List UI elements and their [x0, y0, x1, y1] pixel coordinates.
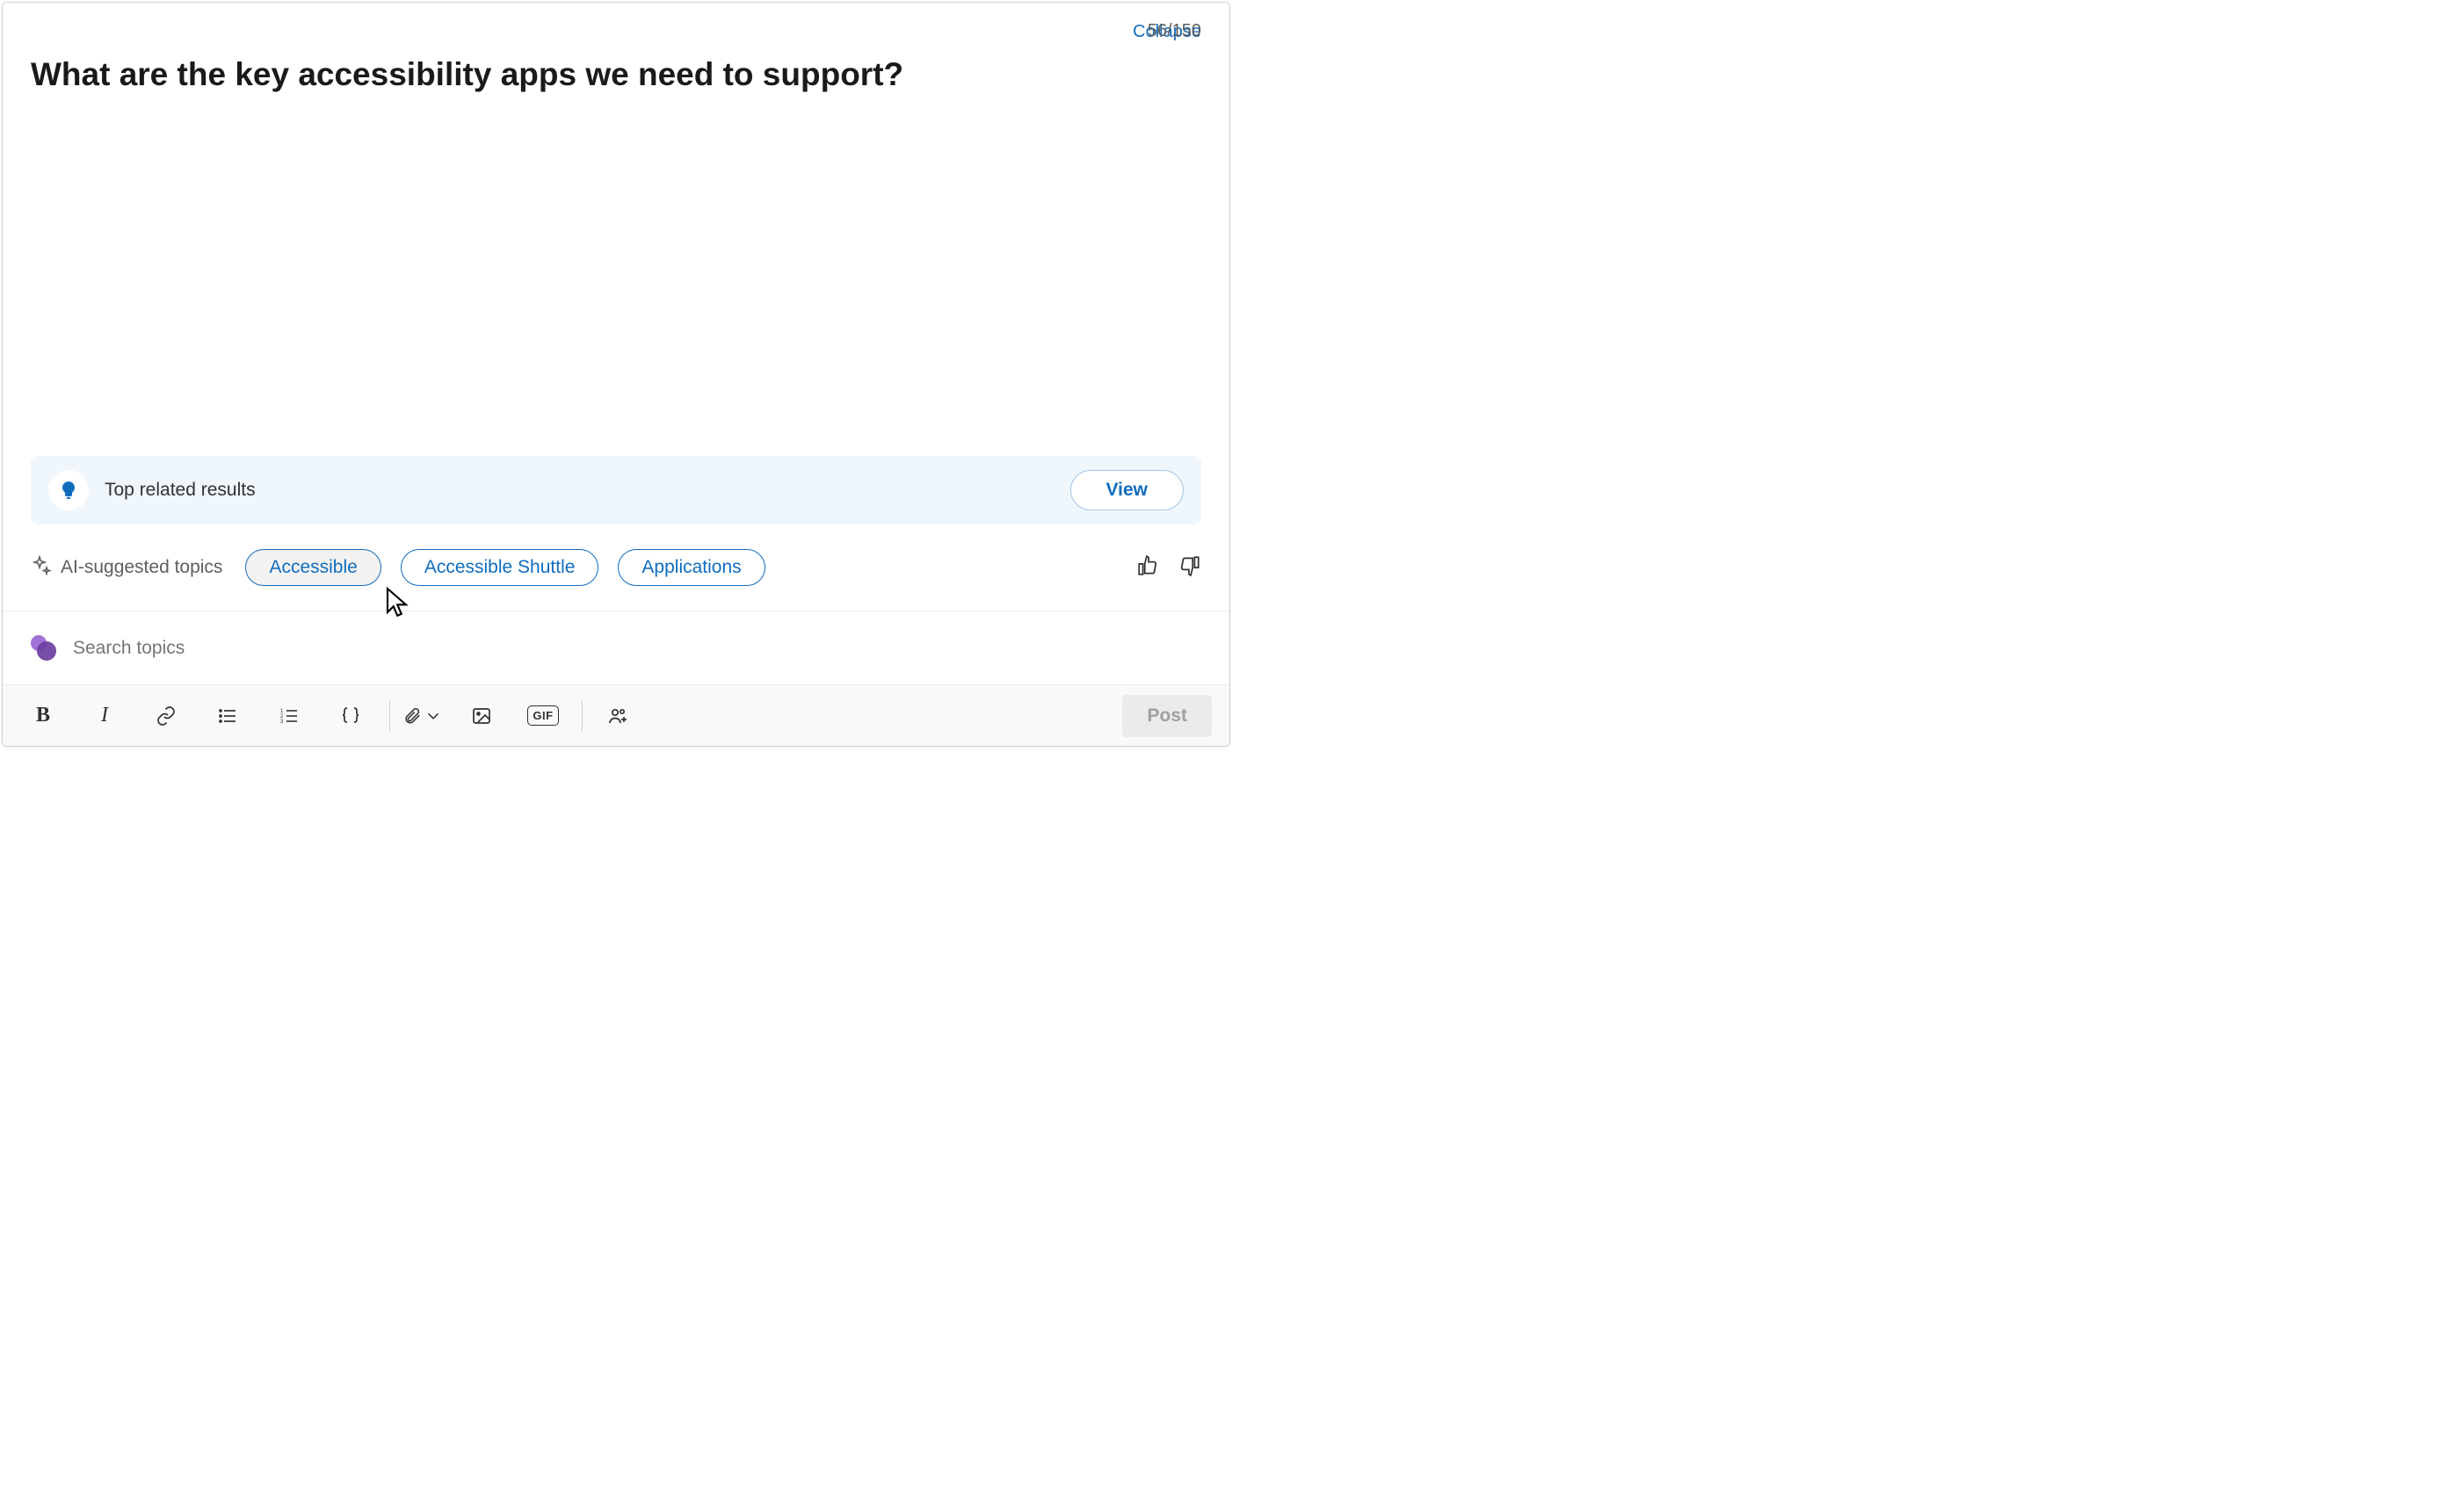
- paperclip-icon: [402, 706, 422, 726]
- search-topics-input[interactable]: [73, 638, 1201, 659]
- chip-applications[interactable]: Applications: [618, 549, 765, 586]
- praise-people-button[interactable]: [595, 696, 641, 736]
- top-row: Collapse: [31, 22, 1201, 42]
- chip-accessible[interactable]: Accessible: [245, 549, 380, 586]
- format-toolbar: B I 123 GIF Post: [3, 684, 1229, 746]
- ai-suggested-row: AI-suggested topics Accessible Accessibl…: [31, 549, 1201, 611]
- italic-button[interactable]: I: [82, 696, 127, 736]
- char-counter: 56/150: [1148, 21, 1201, 41]
- chip-accessible-shuttle[interactable]: Accessible Shuttle: [401, 549, 599, 586]
- compose-card: Collapse What are the key accessibility …: [2, 2, 1230, 747]
- bold-button[interactable]: B: [20, 696, 66, 736]
- svg-text:3: 3: [280, 720, 284, 725]
- bullet-list-button[interactable]: [205, 696, 250, 736]
- top-area: Collapse What are the key accessibility …: [3, 3, 1229, 611]
- thumbs-up-icon[interactable]: [1136, 554, 1159, 582]
- view-button[interactable]: View: [1070, 470, 1184, 510]
- viva-topics-icon: [31, 635, 57, 662]
- ai-label-group: AI-suggested topics: [31, 555, 222, 581]
- question-title[interactable]: What are the key accessibility apps we n…: [31, 56, 1127, 94]
- related-results-label: Top related results: [105, 480, 1054, 501]
- gif-button[interactable]: GIF: [520, 696, 566, 736]
- topic-chips: Accessible Accessible Shuttle Applicatio…: [245, 549, 765, 586]
- thumbs-down-icon[interactable]: [1178, 554, 1201, 582]
- ai-suggested-label: AI-suggested topics: [61, 557, 222, 578]
- link-button[interactable]: [143, 696, 189, 736]
- lightbulb-icon: [48, 470, 89, 510]
- numbered-list-button[interactable]: 123: [266, 696, 312, 736]
- search-topics-row: [3, 611, 1229, 684]
- post-button[interactable]: Post: [1122, 695, 1212, 737]
- image-button[interactable]: [459, 696, 504, 736]
- attach-button[interactable]: [402, 706, 443, 726]
- chevron-down-icon: [424, 706, 443, 726]
- toolbar-divider-2: [582, 701, 583, 731]
- code-button[interactable]: [328, 696, 373, 736]
- feedback-buttons: [1136, 554, 1201, 582]
- sparkle-icon: [31, 555, 52, 581]
- title-row: What are the key accessibility apps we n…: [31, 56, 1201, 94]
- gif-label: GIF: [527, 705, 558, 726]
- related-results-bar: Top related results View: [31, 456, 1201, 524]
- toolbar-divider-1: [389, 701, 390, 731]
